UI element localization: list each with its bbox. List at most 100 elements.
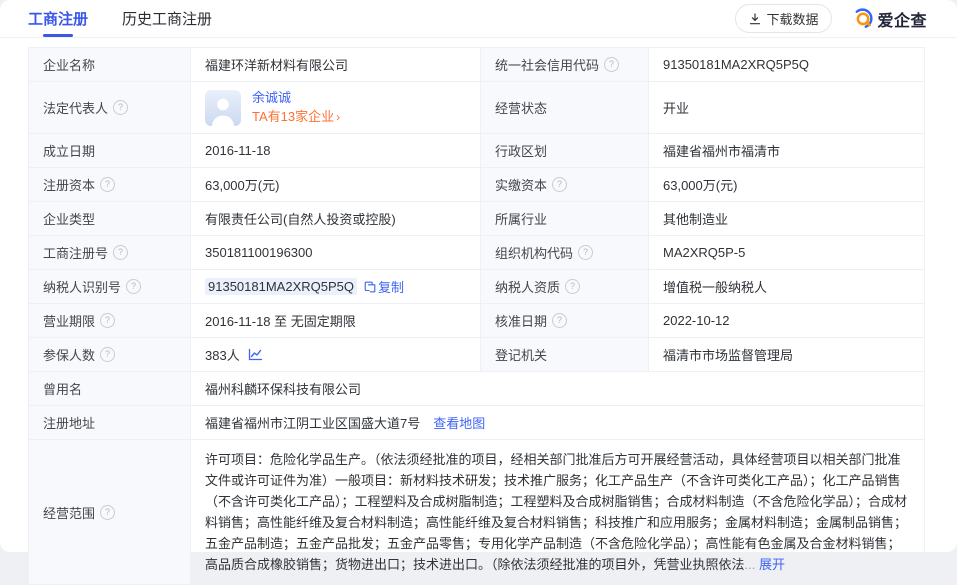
- table-row: 参保人数 ? 383人 登记机关 福清市市场监督管理局: [29, 338, 924, 372]
- label-text: 所属行业: [495, 209, 547, 228]
- field-value-company-type: 有限责任公司(自然人投资或控股): [191, 202, 481, 235]
- table-row: 经营范围 ? 许可项目：危险化学品生产。（依法须经批准的项目，经相关部门批准后方…: [29, 440, 924, 584]
- view-map-link[interactable]: 查看地图: [433, 413, 485, 432]
- help-icon[interactable]: ?: [565, 279, 580, 294]
- label-text: 参保人数: [43, 345, 95, 364]
- help-icon[interactable]: ?: [604, 57, 619, 72]
- tab-history-registration[interactable]: 历史工商注册: [122, 0, 212, 37]
- help-icon[interactable]: ?: [100, 177, 115, 192]
- field-label-admin-division: 行政区划: [481, 134, 649, 167]
- field-value-reg-number: 350181100196300: [191, 236, 481, 269]
- download-data-button[interactable]: 下载数据: [735, 4, 832, 33]
- business-registration-panel: 工商注册 历史工商注册 下载数据 爱企查: [0, 0, 957, 552]
- label-text: 登记机关: [495, 345, 547, 364]
- field-label-former-name: 曾用名: [29, 372, 191, 405]
- download-label: 下载数据: [766, 9, 818, 28]
- label-text: 行政区划: [495, 141, 547, 160]
- field-label-address: 注册地址: [29, 406, 191, 439]
- label-text: 注册资本: [43, 175, 95, 194]
- value-text: 350181100196300: [205, 245, 313, 260]
- field-value-legal-rep: 余诚诚 TA有13家企业›: [191, 82, 481, 133]
- legal-rep-info: 余诚诚 TA有13家企业›: [252, 89, 340, 126]
- chevron-right-icon: ›: [336, 110, 340, 124]
- help-icon[interactable]: ?: [126, 279, 141, 294]
- header: 工商注册 历史工商注册 下载数据 爱企查: [0, 0, 957, 38]
- help-icon[interactable]: ?: [100, 347, 115, 362]
- info-table: 企业名称 福建环洋新材料有限公司 统一社会信用代码 ? 91350181MA2X…: [28, 47, 925, 585]
- value-text: 福建省福州市福清市: [663, 141, 780, 160]
- field-label-status: 经营状态: [481, 82, 649, 133]
- field-label-registry: 登记机关: [481, 338, 649, 371]
- value-text: 91350181MA2XRQ5P5Q: [663, 57, 809, 72]
- field-value-credit-code: 91350181MA2XRQ5P5Q: [649, 48, 924, 81]
- copy-label: 复制: [378, 277, 404, 296]
- help-icon[interactable]: ?: [552, 313, 567, 328]
- label-text: 核准日期: [495, 311, 547, 330]
- help-icon[interactable]: ?: [100, 313, 115, 328]
- field-value-scope: 许可项目：危险化学品生产。（依法须经批准的项目，经相关部门批准后方可开展经营活动…: [191, 440, 924, 584]
- field-value-insured-count: 383人: [191, 338, 481, 371]
- field-label-paid-capital: 实缴资本 ?: [481, 168, 649, 201]
- help-icon[interactable]: ?: [100, 505, 115, 520]
- help-icon[interactable]: ?: [578, 245, 593, 260]
- brand-name: 爱企查: [877, 7, 927, 31]
- copy-button[interactable]: 复制: [364, 277, 404, 296]
- table-row: 企业名称 福建环洋新材料有限公司 统一社会信用代码 ? 91350181MA2X…: [29, 48, 924, 82]
- legal-rep-companies-link[interactable]: TA有13家企业›: [252, 108, 340, 126]
- label-text: 实缴资本: [495, 175, 547, 194]
- field-label-insured-count: 参保人数 ?: [29, 338, 191, 371]
- label-text: 法定代表人: [43, 98, 108, 117]
- scope-text: 许可项目：危险化学品生产。（依法须经批准的项目，经相关部门批准后方可开展经营活动…: [205, 452, 907, 572]
- field-value-registry: 福清市市场监督管理局: [649, 338, 924, 371]
- field-value-company-name: 福建环洋新材料有限公司: [191, 48, 481, 81]
- help-icon[interactable]: ?: [552, 177, 567, 192]
- value-text: 福建环洋新材料有限公司: [205, 55, 348, 74]
- value-text: 其他制造业: [663, 209, 728, 228]
- field-value-approval-date: 2022-10-12: [649, 304, 924, 337]
- field-label-industry: 所属行业: [481, 202, 649, 235]
- field-value-reg-capital: 63,000万(元): [191, 168, 481, 201]
- aiqicha-logo[interactable]: 爱企查: [852, 7, 927, 31]
- label-text: 营业期限: [43, 311, 95, 330]
- ellipsis: ...: [745, 557, 756, 572]
- field-label-approval-date: 核准日期 ?: [481, 304, 649, 337]
- table-row: 法定代表人 ? 余诚诚 TA有13家企业› 经营状态: [29, 82, 924, 134]
- field-label-reg-number: 工商注册号 ?: [29, 236, 191, 269]
- help-icon[interactable]: ?: [113, 100, 128, 115]
- label-text: 企业名称: [43, 55, 95, 74]
- field-value-industry: 其他制造业: [649, 202, 924, 235]
- legal-rep-avatar[interactable]: [205, 90, 241, 126]
- field-label-org-code: 组织机构代码 ?: [481, 236, 649, 269]
- table-row: 纳税人识别号 ? 91350181MA2XRQ5P5Q 复制 纳税人资质 ? 增…: [29, 270, 924, 304]
- value-text: 383人: [205, 345, 240, 364]
- value-text: 63,000万(元): [205, 175, 279, 194]
- table-row: 成立日期 2016-11-18 行政区划 福建省福州市福清市: [29, 134, 924, 168]
- field-label-company-type: 企业类型: [29, 202, 191, 235]
- legal-rep-name-link[interactable]: 余诚诚: [252, 89, 340, 106]
- field-value-taxpayer-quality: 增值税一般纳税人: [649, 270, 924, 303]
- table-row: 注册资本 ? 63,000万(元) 实缴资本 ? 63,000万(元): [29, 168, 924, 202]
- label-text: 统一社会信用代码: [495, 55, 599, 74]
- value-text: 增值税一般纳税人: [663, 277, 767, 296]
- tab-business-registration[interactable]: 工商注册: [28, 0, 88, 37]
- field-value-established: 2016-11-18: [191, 134, 481, 167]
- table-row: 企业类型 有限责任公司(自然人投资或控股) 所属行业 其他制造业: [29, 202, 924, 236]
- brand-logo-icon: [852, 8, 873, 29]
- label-text: 经营状态: [495, 98, 547, 117]
- field-value-former-name: 福州科麟环保科技有限公司: [191, 372, 924, 405]
- tab-bar: 工商注册 历史工商注册: [28, 0, 212, 37]
- label-text: 组织机构代码: [495, 243, 573, 262]
- trend-chart-icon[interactable]: [248, 348, 263, 361]
- value-text: 福清市市场监督管理局: [663, 345, 793, 364]
- field-label-established: 成立日期: [29, 134, 191, 167]
- field-value-admin-division: 福建省福州市福清市: [649, 134, 924, 167]
- help-icon[interactable]: ?: [113, 245, 128, 260]
- field-label-scope: 经营范围 ?: [29, 440, 191, 584]
- field-value-taxpayer-id: 91350181MA2XRQ5P5Q 复制: [191, 270, 481, 303]
- field-label-company-name: 企业名称: [29, 48, 191, 81]
- person-icon: [205, 90, 241, 126]
- label-text: 经营范围: [43, 503, 95, 522]
- value-text: 2016-11-18: [205, 143, 271, 158]
- expand-link[interactable]: 展开: [759, 557, 785, 572]
- companies-link-text: TA有13家企业: [252, 109, 334, 124]
